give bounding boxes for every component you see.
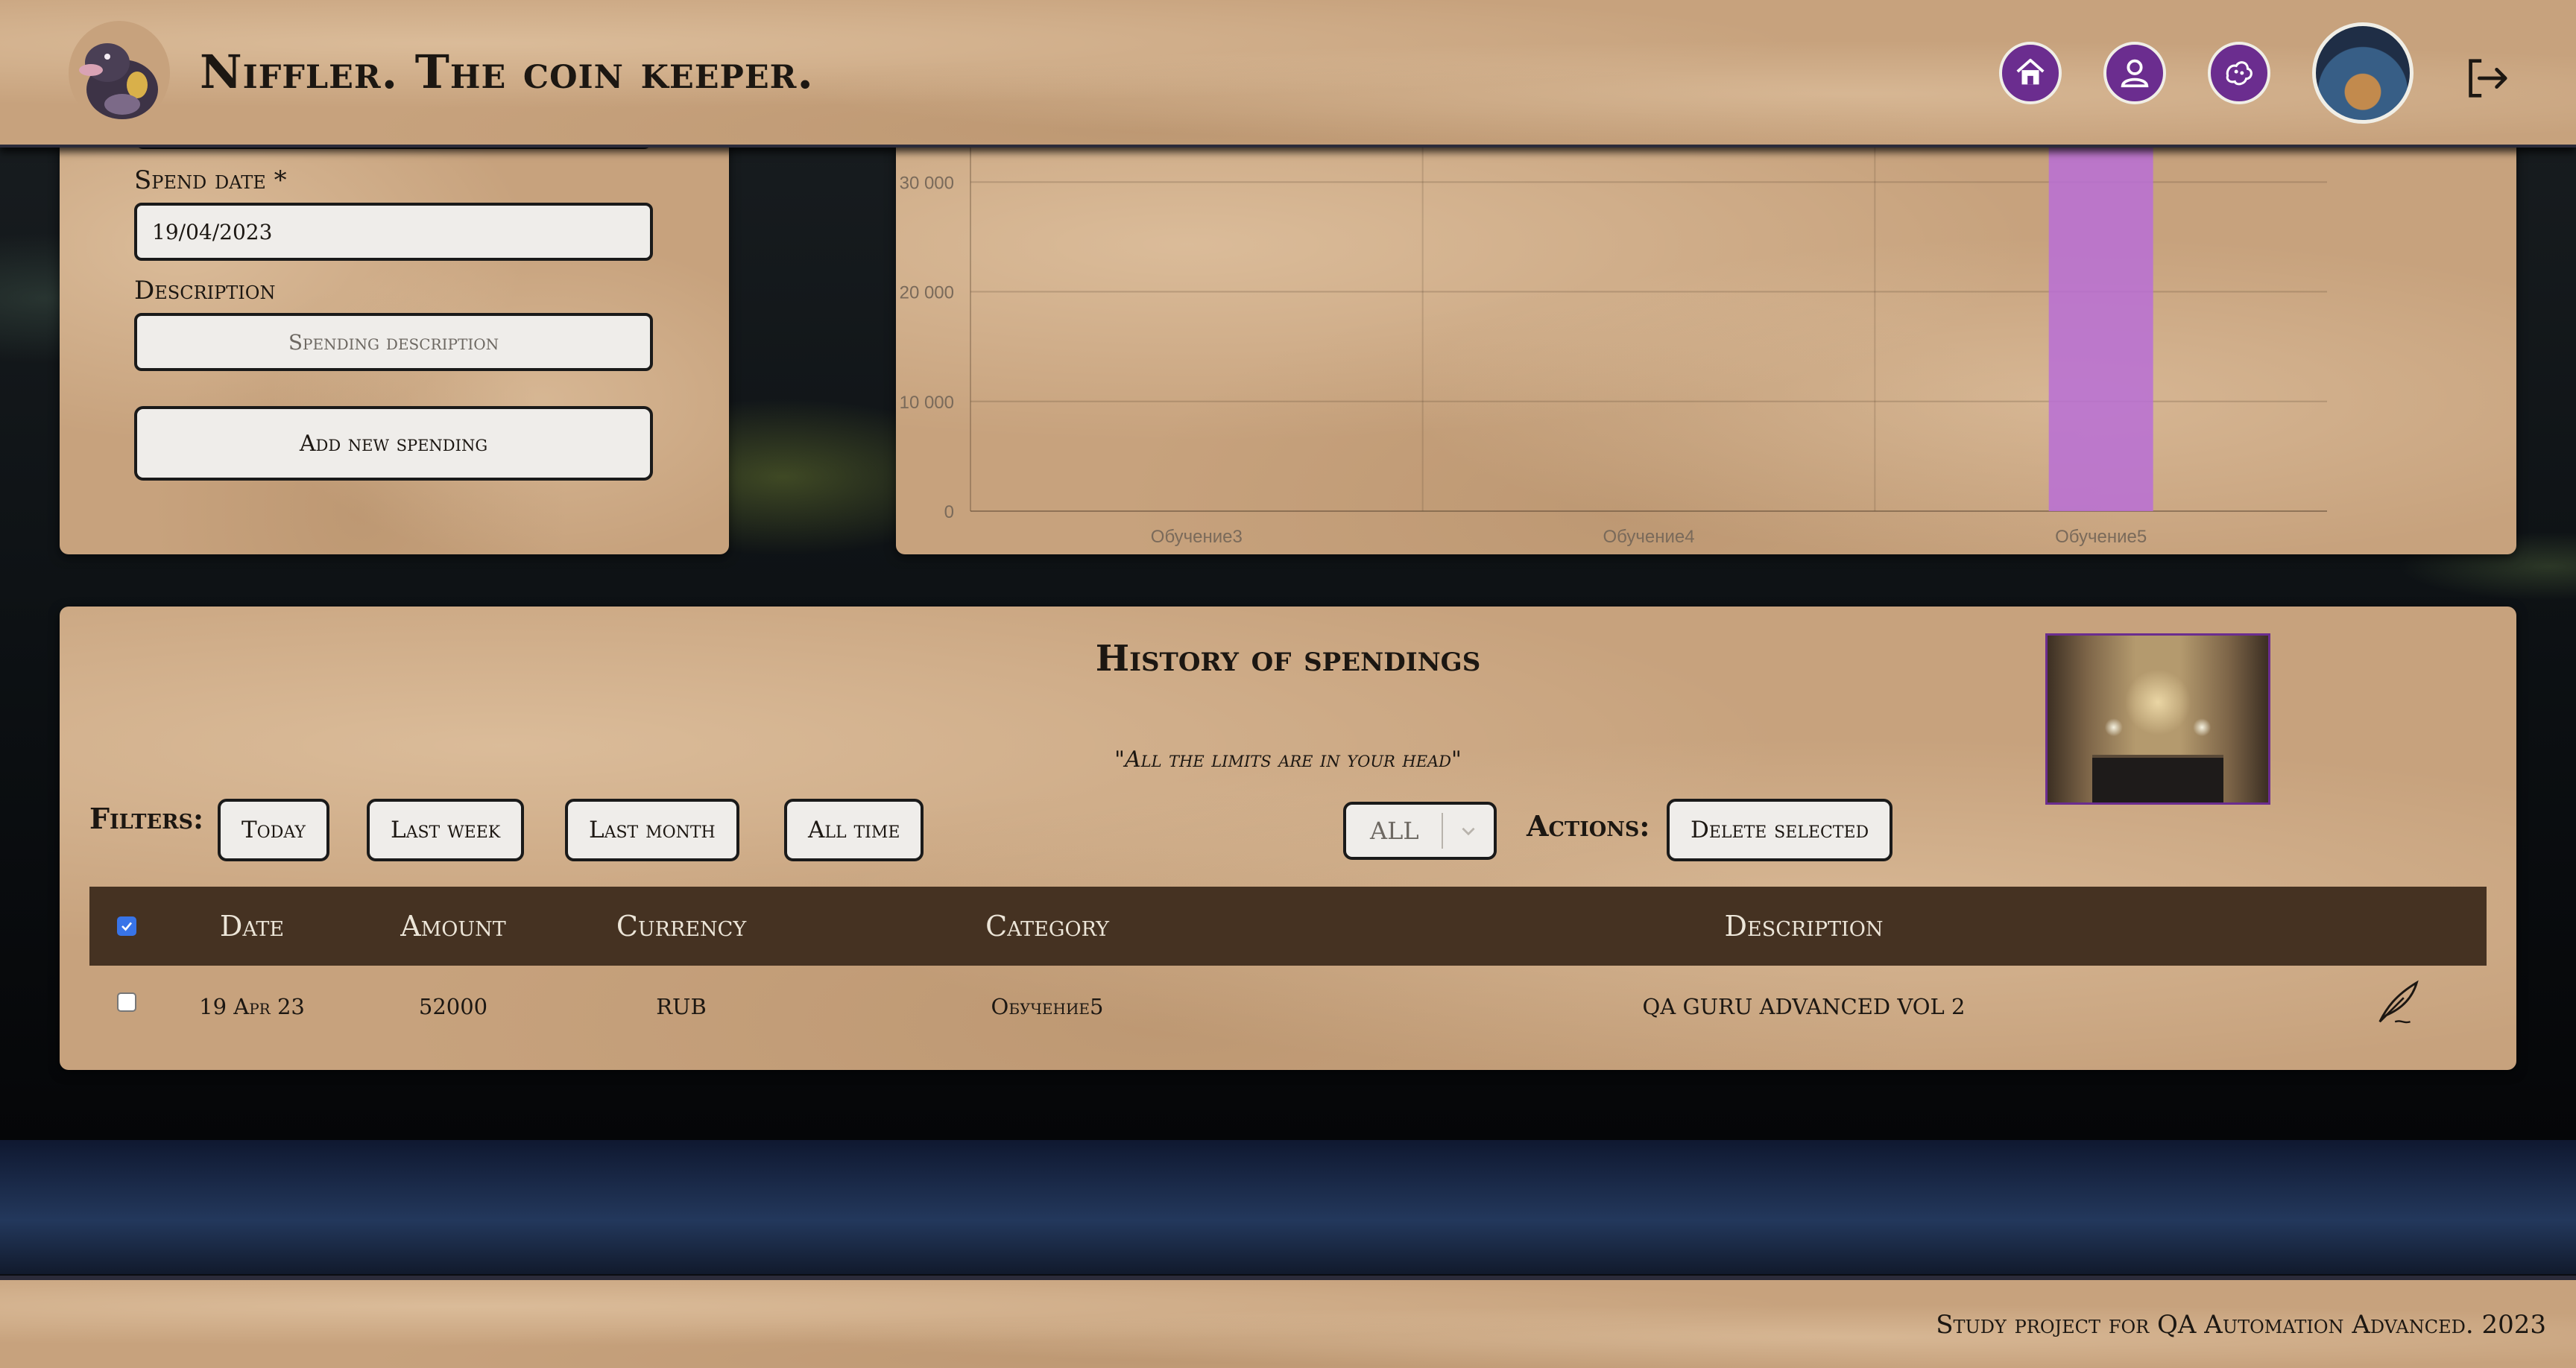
column-description[interactable]: Description bbox=[1725, 887, 1884, 966]
avatar[interactable] bbox=[2312, 22, 2414, 124]
actions-label: Actions: bbox=[1527, 809, 1650, 843]
friends-icon bbox=[2226, 61, 2253, 86]
vault-image bbox=[2045, 633, 2270, 805]
chevron-down-icon bbox=[1443, 821, 1494, 840]
column-category[interactable]: Category bbox=[985, 887, 1109, 966]
row-category: Обучение5 bbox=[991, 994, 1104, 1019]
column-currency[interactable]: Currency bbox=[616, 887, 746, 966]
filters-label: Filters: bbox=[89, 802, 204, 835]
x-tick-label: Обучение3 bbox=[1151, 527, 1243, 547]
add-spending-card: Spend date * Description Add new spendin… bbox=[60, 112, 729, 554]
history-quote: "All the limits are in your head" bbox=[1114, 747, 1462, 773]
y-tick-label: 10 000 bbox=[900, 393, 954, 413]
x-tick-label: Обучение4 bbox=[1603, 527, 1694, 547]
filter-today-button[interactable]: Today bbox=[218, 799, 329, 861]
footer: Study project for QA Automation Advanced… bbox=[0, 1276, 2576, 1368]
bar-Обучение5 bbox=[2048, 112, 2153, 511]
select-all-checkbox[interactable] bbox=[117, 916, 136, 936]
row-date: 19 Apr 23 bbox=[199, 994, 305, 1019]
x-tick-label: Обучение5 bbox=[2055, 527, 2147, 547]
profile-button[interactable] bbox=[2103, 42, 2166, 104]
delete-selected-button[interactable]: Delete selected bbox=[1667, 799, 1893, 861]
spending-bar-chart: 0 10 000 20 000 30 000 Обучение3 Обучение4 Обу… bbox=[900, 112, 2327, 547]
logout-icon[interactable] bbox=[2460, 52, 2512, 104]
statistics-chart-card: 0 10 000 20 000 30 000 Обучение3 Обучение4 Обу… bbox=[896, 112, 2516, 554]
app-title: Niffler. The coin keeper. bbox=[200, 45, 814, 99]
column-date[interactable]: Date bbox=[220, 887, 284, 966]
row-currency: RUB bbox=[656, 994, 707, 1019]
spend-date-label: Spend date * bbox=[134, 165, 287, 195]
spend-date-input[interactable] bbox=[134, 203, 653, 261]
home-icon bbox=[2016, 58, 2045, 85]
currency-select[interactable]: ALL bbox=[1343, 802, 1497, 860]
row-amount: 52000 bbox=[418, 994, 488, 1019]
y-tick-label: 0 bbox=[944, 502, 954, 522]
footer-text: Study project for QA Automation Advanced… bbox=[1936, 1310, 2546, 1340]
column-amount[interactable]: Amount bbox=[400, 887, 506, 966]
add-new-spending-button[interactable]: Add new spending bbox=[134, 406, 653, 481]
main-page-button[interactable] bbox=[1999, 42, 2062, 104]
row-checkbox[interactable] bbox=[117, 992, 136, 1012]
header: Niffler. The coin keeper. bbox=[0, 0, 2576, 148]
niffler-logo bbox=[69, 21, 170, 125]
table-header: Date Amount Currency Category Descriptio… bbox=[89, 887, 2487, 966]
forest-background-band bbox=[0, 1140, 2576, 1274]
filter-all-time-button[interactable]: All time bbox=[784, 799, 924, 861]
filter-last-month-button[interactable]: Last month bbox=[565, 799, 739, 861]
currency-select-value: ALL bbox=[1370, 817, 1419, 845]
edit-quill-icon[interactable] bbox=[2373, 976, 2425, 1028]
filter-last-week-button[interactable]: Last week bbox=[367, 799, 525, 861]
y-tick-label: 30 000 bbox=[900, 173, 954, 193]
history-card: History of spendings "All the limits are… bbox=[60, 607, 2516, 1070]
description-label: Description bbox=[134, 276, 276, 305]
friends-button[interactable] bbox=[2208, 42, 2270, 104]
y-tick-label: 20 000 bbox=[900, 283, 954, 303]
description-input[interactable] bbox=[134, 313, 653, 371]
row-description: QA GURU ADVANCED VOL 2 bbox=[1642, 994, 1966, 1019]
user-icon bbox=[2121, 59, 2149, 88]
